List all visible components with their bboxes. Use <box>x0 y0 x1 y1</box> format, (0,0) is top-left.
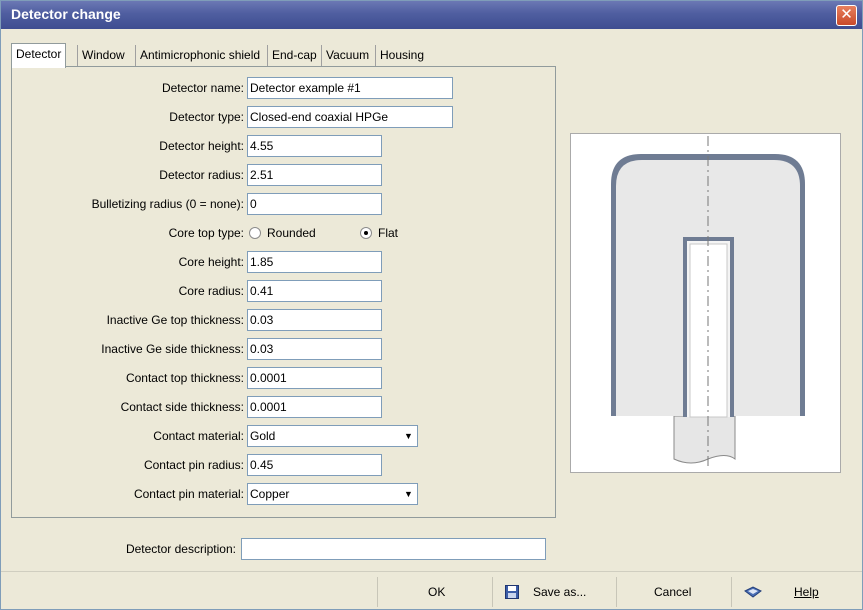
core-top-rounded-radio[interactable]: Rounded <box>249 222 316 244</box>
save-as-button-label: Save as... <box>533 585 587 599</box>
core-top-type-row: Core top type: Rounded Flat <box>12 222 557 244</box>
core-radius-label: Core radius: <box>178 284 244 298</box>
contact-side-label: Contact side thickness: <box>120 400 244 414</box>
inactive-top-label: Inactive Ge top thickness: <box>106 313 244 327</box>
cancel-button[interactable]: Cancel <box>616 577 730 607</box>
contact-top-label: Contact top thickness: <box>125 371 244 385</box>
detector-radius-row: Detector radius: 2.51 <box>12 164 557 186</box>
inactive-side-field[interactable]: 0.03 <box>247 338 382 360</box>
detector-radius-field[interactable]: 2.51 <box>247 164 382 186</box>
detector-type-label: Detector type: <box>169 110 244 124</box>
dropdown-arrow-icon[interactable]: ▼ <box>400 484 417 504</box>
description-row: Detector description: <box>1 537 862 561</box>
tab-end-cap[interactable]: End-cap <box>267 45 321 67</box>
contact-material-select[interactable]: Gold ▼ <box>247 425 418 447</box>
save-as-button[interactable]: Save as... <box>492 577 615 607</box>
contact-pin-material-label: Contact pin material: <box>133 487 244 501</box>
detector-diagram <box>611 136 805 470</box>
bulletizing-radius-label: Bulletizing radius (0 = none): <box>91 197 244 211</box>
detector-change-dialog: Detector change ✕ Detector Window Antimi… <box>0 0 863 610</box>
tab-detector[interactable]: Detector <box>11 43 67 68</box>
detector-name-field[interactable]: Detector example #1 <box>247 77 453 99</box>
contact-pin-material-value: Copper <box>250 487 290 501</box>
detector-radius-label: Detector radius: <box>159 168 244 182</box>
flat-option-label: Flat <box>378 226 399 240</box>
contact-pin-material-row: Contact pin material: Copper ▼ <box>12 483 557 505</box>
tab-antimicrophonic-shield[interactable]: Antimicrophonic shield <box>135 45 265 67</box>
floppy-disk-icon <box>505 585 519 599</box>
detector-type-field[interactable]: Closed-end coaxial HPGe <box>247 106 453 128</box>
detector-height-label: Detector height: <box>159 139 244 153</box>
inactive-side-label: Inactive Ge side thickness: <box>101 342 244 356</box>
bulletizing-radius-field[interactable]: 0 <box>247 193 382 215</box>
contact-material-row: Contact material: Gold ▼ <box>12 425 557 447</box>
button-bar: OK Save as... Cancel Help <box>1 571 862 610</box>
bulletizing-radius-row: Bulletizing radius (0 = none): 0 <box>12 193 557 215</box>
title-bar[interactable]: Detector change ✕ <box>1 1 862 29</box>
core-height-row: Core height: 1.85 <box>12 251 557 273</box>
core-height-label: Core height: <box>178 255 244 269</box>
close-icon: ✕ <box>840 6 853 23</box>
contact-top-field[interactable]: 0.0001 <box>247 367 382 389</box>
inactive-top-field[interactable]: 0.03 <box>247 309 382 331</box>
contact-pin-radius-label: Contact pin radius: <box>143 458 244 472</box>
detector-description-field[interactable] <box>241 538 546 560</box>
core-radius-row: Core radius: 0.41 <box>12 280 557 302</box>
contact-pin-radius-field[interactable]: 0.45 <box>247 454 382 476</box>
contact-material-label: Contact material: <box>153 429 244 443</box>
core-height-field[interactable]: 1.85 <box>247 251 382 273</box>
help-book-icon <box>744 586 762 598</box>
detector-preview <box>570 133 841 473</box>
contact-material-value: Gold <box>250 429 276 443</box>
help-button[interactable]: Help <box>731 577 851 607</box>
contact-pin-radius-row: Contact pin radius: 0.45 <box>12 454 557 476</box>
radio-unchecked-icon <box>249 227 261 239</box>
ok-button[interactable]: OK <box>377 577 491 607</box>
ok-button-label: OK <box>428 585 446 599</box>
detector-description-label: Detector description: <box>125 542 236 556</box>
contact-pin-material-select[interactable]: Copper ▼ <box>247 483 418 505</box>
contact-pin-shape <box>673 415 736 464</box>
core-top-flat-radio[interactable]: Flat <box>360 222 398 244</box>
cancel-button-label: Cancel <box>654 585 692 599</box>
detector-height-row: Detector height: 4.55 <box>12 135 557 157</box>
core-top-type-label: Core top type: <box>168 226 244 240</box>
detector-name-label: Detector name: <box>161 81 244 95</box>
core-radius-field[interactable]: 0.41 <box>247 280 382 302</box>
detector-name-row: Detector name: Detector example #1 <box>12 77 557 99</box>
tab-housing[interactable]: Housing <box>375 45 429 67</box>
tab-vacuum[interactable]: Vacuum <box>321 45 374 67</box>
detector-height-field[interactable]: 4.55 <box>247 135 382 157</box>
dropdown-arrow-icon[interactable]: ▼ <box>400 426 417 446</box>
inactive-side-row: Inactive Ge side thickness: 0.03 <box>12 338 557 360</box>
close-button[interactable]: ✕ <box>836 5 857 26</box>
inactive-top-row: Inactive Ge top thickness: 0.03 <box>12 309 557 331</box>
window-title: Detector change <box>11 6 121 22</box>
rounded-option-label: Rounded <box>267 226 316 240</box>
help-button-label: Help <box>794 585 819 599</box>
contact-top-row: Contact top thickness: 0.0001 <box>12 367 557 389</box>
contact-side-field[interactable]: 0.0001 <box>247 396 382 418</box>
detector-type-row: Detector type: Closed-end coaxial HPGe <box>12 106 557 128</box>
detector-panel: Detector name: Detector example #1 Detec… <box>11 66 556 518</box>
contact-side-row: Contact side thickness: 0.0001 <box>12 396 557 418</box>
radio-checked-icon <box>360 227 372 239</box>
tab-window[interactable]: Window <box>77 45 129 67</box>
